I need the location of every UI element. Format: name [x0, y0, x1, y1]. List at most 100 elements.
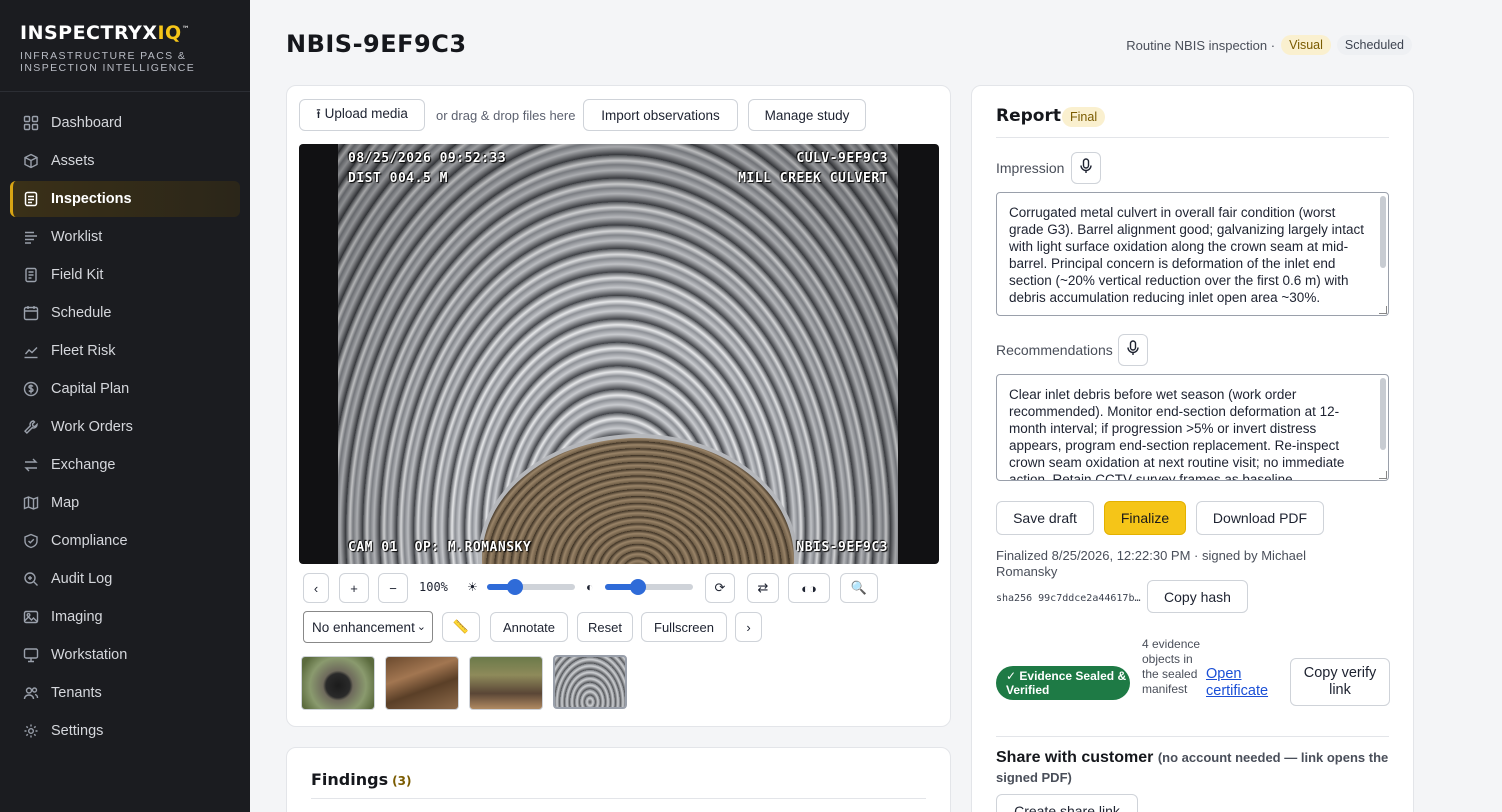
- divider: [311, 798, 926, 799]
- brightness-slider[interactable]: [487, 579, 575, 595]
- page-title: NBIS-9EF9C3: [286, 30, 467, 58]
- evidence-sealed-badge: ✓ Evidence Sealed & Verified: [996, 666, 1130, 700]
- measure-button[interactable]: 📏: [442, 612, 480, 642]
- document-hash: sha256 99c7ddce2a44617b…: [996, 593, 1141, 604]
- sidebar-item-inspections[interactable]: Inspections: [10, 181, 240, 217]
- brightness-knob[interactable]: [507, 579, 524, 595]
- thumbnail[interactable]: [469, 656, 543, 710]
- create-share-link-button[interactable]: Create share link: [996, 794, 1138, 812]
- sidebar-item-fleet-risk[interactable]: Fleet Risk: [10, 333, 240, 369]
- copy-hash-button[interactable]: Copy hash: [1147, 580, 1248, 613]
- contrast-knob[interactable]: [630, 579, 647, 595]
- sidebar-item-work-orders[interactable]: Work Orders: [10, 409, 240, 445]
- sidebar-item-audit-log[interactable]: Audit Log: [10, 561, 240, 597]
- sidebar-item-settings[interactable]: Settings: [10, 713, 240, 749]
- reset-button[interactable]: Reset: [577, 612, 633, 642]
- impression-dictate-button[interactable]: [1071, 152, 1101, 184]
- open-certificate-link[interactable]: Open certificate: [1206, 666, 1278, 700]
- sidebar-item-dashboard[interactable]: Dashboard: [10, 105, 240, 141]
- swap-icon: [22, 456, 40, 474]
- impression-textarea[interactable]: Corrugated metal culvert in overall fair…: [996, 192, 1389, 316]
- sidebar-item-label: Work Orders: [51, 419, 133, 435]
- grid-icon: [22, 114, 40, 132]
- thumbnail[interactable]: [385, 656, 459, 710]
- logo-text: INSPECTRYX: [20, 22, 158, 44]
- sidebar: INSPECTRYXIQ™ Infrastructure PACS & Insp…: [0, 0, 250, 812]
- flip-icon: ⇄: [757, 580, 769, 595]
- scrollbar[interactable]: [1380, 378, 1386, 450]
- sidebar-item-assets[interactable]: Assets: [10, 143, 240, 179]
- sidebar-item-label: Exchange: [51, 457, 116, 473]
- sidebar-item-workstation[interactable]: Workstation: [10, 637, 240, 673]
- osd-timestamp: 08/25/2026 09:52:33: [348, 151, 507, 166]
- sidebar-item-label: Inspections: [51, 191, 132, 207]
- image-viewer[interactable]: 08/25/2026 09:52:33 DIST 004.5 M CULV-9E…: [299, 144, 939, 564]
- invert-button[interactable]: ◐◑: [788, 573, 830, 603]
- sidebar-item-worklist[interactable]: Worklist: [10, 219, 240, 255]
- sidebar-item-schedule[interactable]: Schedule: [10, 295, 240, 331]
- next-image-button[interactable]: ›: [735, 612, 762, 642]
- copy-verify-link-button[interactable]: Copy verify link: [1290, 658, 1390, 706]
- enhancement-select[interactable]: No enhancement ⌄: [303, 611, 433, 643]
- upload-media-button[interactable]: ⭱ Upload media: [299, 99, 425, 131]
- prev-image-button[interactable]: ‹: [303, 573, 329, 603]
- manage-study-button[interactable]: Manage study: [748, 99, 866, 131]
- import-observations-button[interactable]: Import observations: [583, 99, 738, 131]
- annotate-button[interactable]: Annotate: [490, 612, 568, 642]
- sidebar-item-map[interactable]: Map: [10, 485, 240, 521]
- report-status-badge: Final: [1062, 107, 1106, 127]
- resize-grip[interactable]: [1379, 471, 1387, 479]
- osd-location: MILL CREEK CULVERT: [738, 171, 888, 186]
- zoom-out-button[interactable]: −: [378, 573, 408, 603]
- sidebar-item-capital-plan[interactable]: Capital Plan: [10, 371, 240, 407]
- report-card: Report Final Impression Corrugated metal…: [971, 85, 1414, 812]
- magnify-button[interactable]: 🔍: [840, 573, 878, 603]
- method-badge: Visual: [1281, 35, 1331, 55]
- osd-camera-operator: CAM 01 OP: M.ROMANSKY: [348, 540, 532, 555]
- rotate-button[interactable]: ⟳: [705, 573, 735, 603]
- recommendations-textarea[interactable]: Clear inlet debris before wet season (wo…: [996, 374, 1389, 481]
- scrollbar[interactable]: [1380, 196, 1386, 268]
- sidebar-item-exchange[interactable]: Exchange: [10, 447, 240, 483]
- list-icon: [22, 228, 40, 246]
- sidebar-item-label: Compliance: [51, 533, 128, 549]
- zoom-in-button[interactable]: +: [339, 573, 369, 603]
- findings-heading: Findings: [311, 770, 389, 789]
- sidebar-item-compliance[interactable]: Compliance: [10, 523, 240, 559]
- finalize-button[interactable]: Finalize: [1104, 501, 1186, 535]
- sidebar-item-label: Dashboard: [51, 115, 122, 131]
- inspection-type: Routine NBIS inspection ·: [1126, 37, 1276, 53]
- trend-icon: [22, 342, 40, 360]
- contrast-slider[interactable]: [605, 579, 693, 595]
- divider: [996, 137, 1389, 138]
- flip-button[interactable]: ⇄: [747, 573, 779, 603]
- thumbnail-selected[interactable]: [553, 655, 627, 709]
- dollar-icon: [22, 380, 40, 398]
- media-card: ⭱ Upload media or drag & drop files here…: [286, 85, 951, 727]
- download-pdf-button[interactable]: Download PDF: [1196, 501, 1324, 535]
- recommendations-text: Clear inlet debris before wet season (wo…: [1009, 387, 1345, 481]
- fullscreen-button[interactable]: Fullscreen: [641, 612, 727, 642]
- shield-icon: [22, 532, 40, 550]
- sidebar-item-imaging[interactable]: Imaging: [10, 599, 240, 635]
- resize-grip[interactable]: [1379, 306, 1387, 314]
- wrench-icon: [22, 418, 40, 436]
- sidebar-item-label: Worklist: [51, 229, 103, 245]
- image-vignette: [338, 144, 898, 564]
- sidebar-item-field-kit[interactable]: Field Kit: [10, 257, 240, 293]
- sidebar-item-tenants[interactable]: Tenants: [10, 675, 240, 711]
- sidebar-item-label: Fleet Risk: [51, 343, 116, 359]
- thumbnail[interactable]: [301, 656, 375, 710]
- brand: INSPECTRYXIQ™ Infrastructure PACS & Insp…: [0, 0, 250, 92]
- sidebar-item-label: Capital Plan: [51, 381, 130, 397]
- recommendations-dictate-button[interactable]: [1118, 334, 1148, 366]
- logo-accent: IQ: [157, 22, 182, 44]
- sidebar-item-label: Field Kit: [51, 267, 104, 283]
- brand-logo[interactable]: INSPECTRYXIQ™: [20, 22, 230, 44]
- contrast-icon: ◐: [586, 580, 594, 594]
- rotate-icon: ⟳: [714, 580, 726, 595]
- save-draft-button[interactable]: Save draft: [996, 501, 1094, 535]
- sidebar-item-label: Schedule: [51, 305, 112, 321]
- map-icon: [22, 494, 40, 512]
- magnifier-icon: 🔍: [850, 580, 868, 595]
